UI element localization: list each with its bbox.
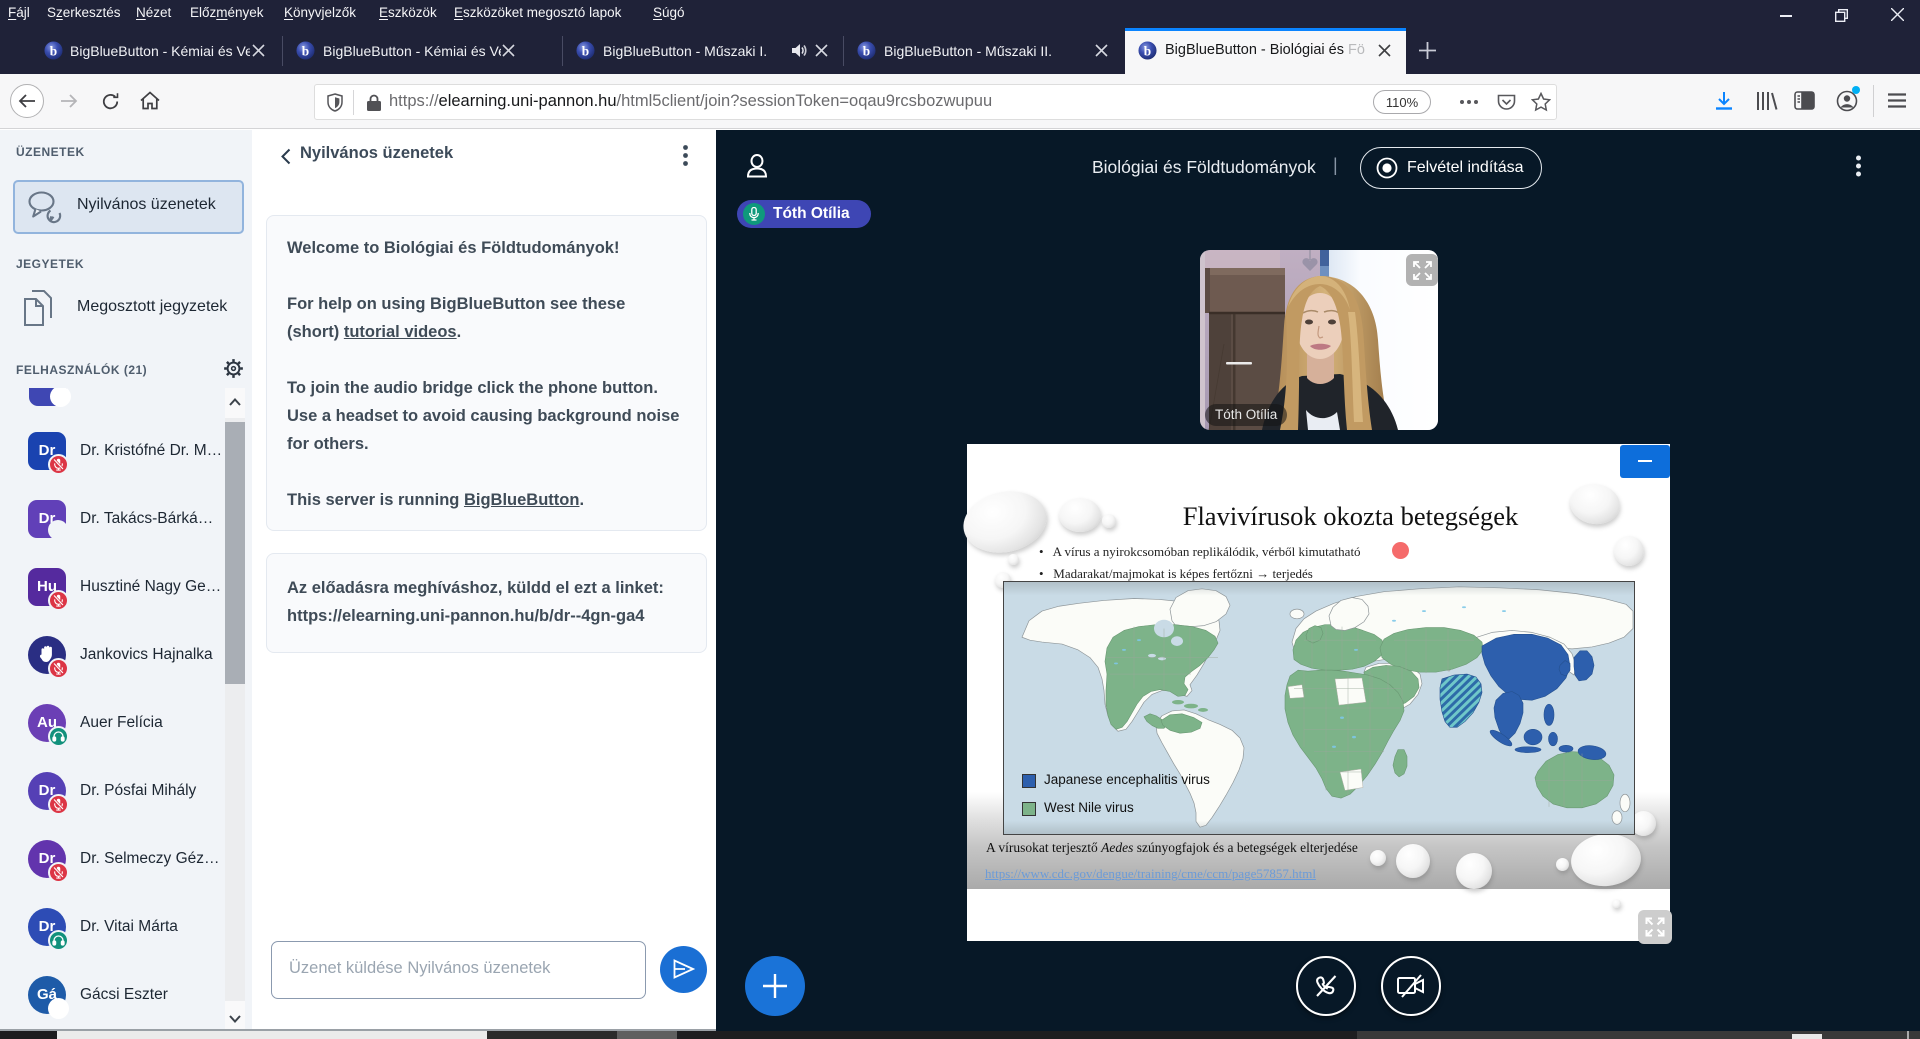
svg-text:b: b	[582, 43, 589, 58]
svg-text:b: b	[1144, 43, 1151, 58]
svg-text:b: b	[50, 43, 57, 58]
svg-text:b: b	[302, 43, 309, 58]
svg-text:b: b	[863, 43, 870, 58]
